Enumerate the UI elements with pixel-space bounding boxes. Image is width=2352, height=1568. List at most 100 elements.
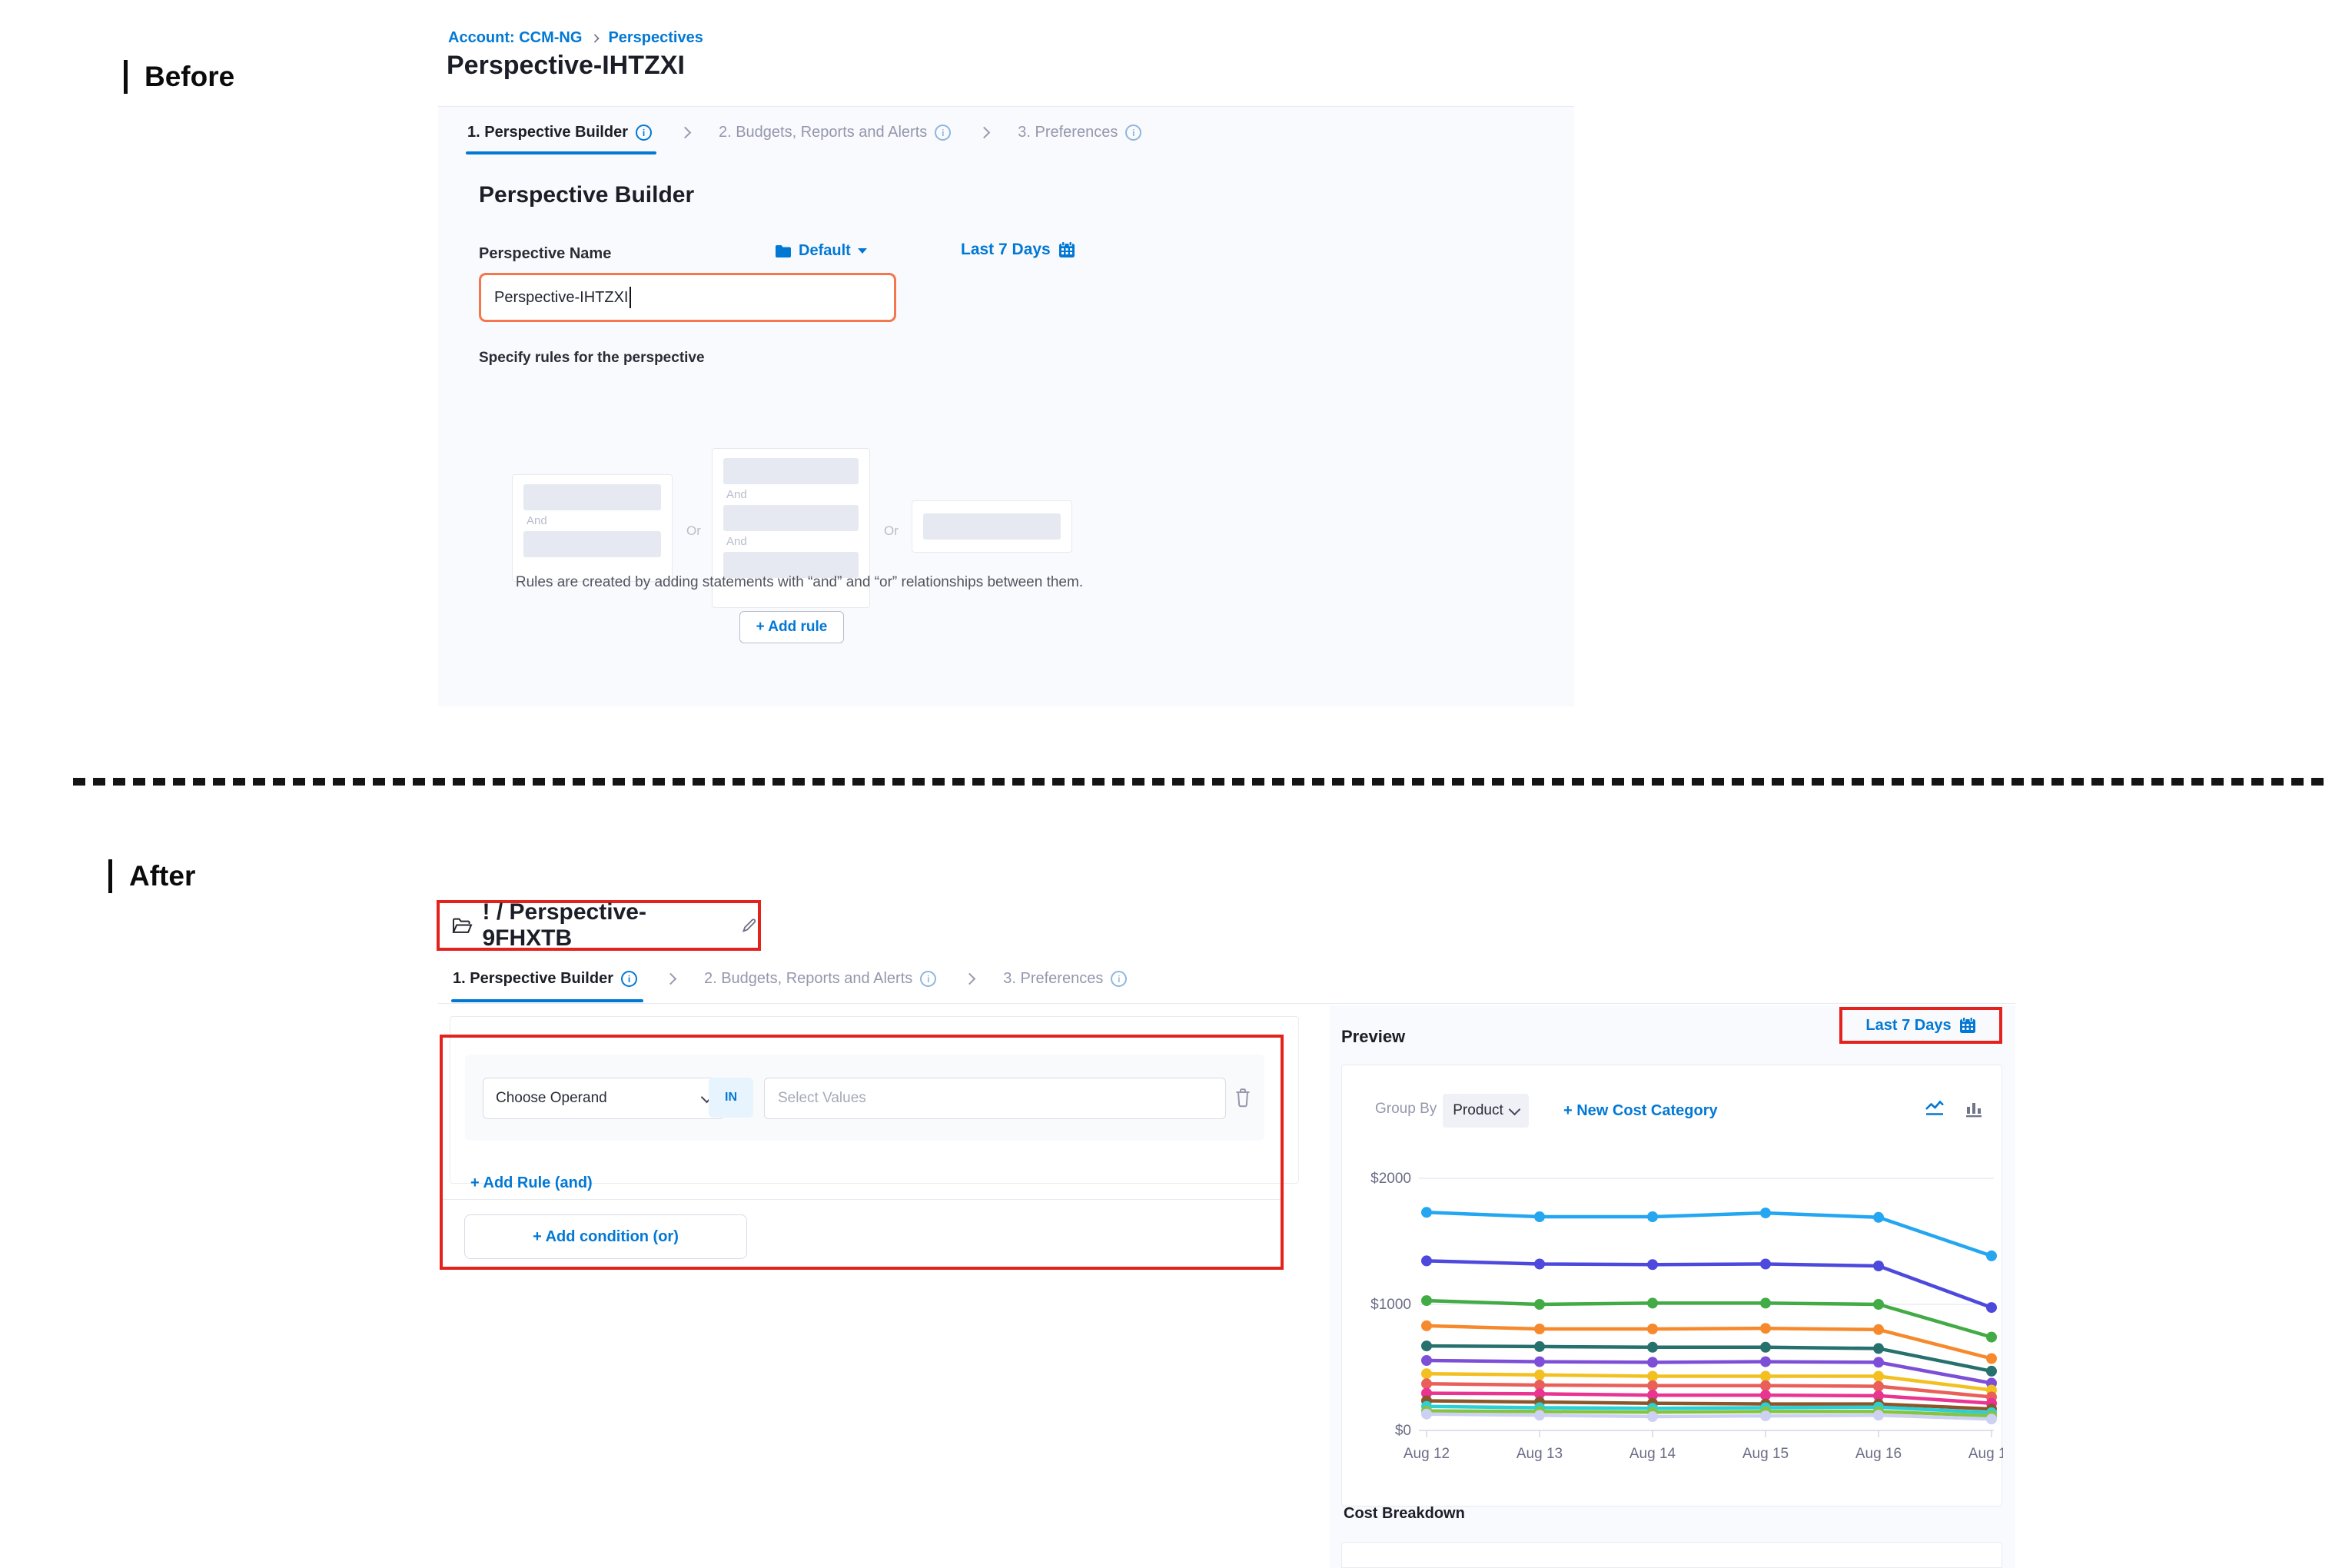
breadcrumb-account-link[interactable]: Account: CCM-NG bbox=[448, 29, 582, 47]
skeleton-and-label: And bbox=[527, 514, 661, 527]
operand-select-value: Choose Operand bbox=[496, 1090, 607, 1107]
info-icon[interactable]: i bbox=[935, 125, 951, 141]
preview-chart-card: Group By Product + New Cost Category $0$… bbox=[1341, 1065, 2002, 1507]
skeleton-and-label: And bbox=[726, 535, 859, 548]
add-rule-and-link[interactable]: + Add Rule (and) bbox=[470, 1174, 593, 1192]
skeleton-bar bbox=[523, 484, 661, 510]
svg-text:Aug 17: Aug 17 bbox=[1968, 1446, 2003, 1462]
tab-label: 3. Preferences bbox=[1018, 124, 1118, 141]
operator-value: IN bbox=[725, 1091, 737, 1105]
before-after-comparison: Before Account: CCM-NG Perspectives Pers… bbox=[0, 0, 2352, 1568]
folder-value: Default bbox=[799, 242, 851, 260]
skeleton-and-label: And bbox=[726, 488, 859, 501]
tab-label: 1. Perspective Builder bbox=[467, 124, 628, 141]
info-icon[interactable]: i bbox=[1111, 971, 1127, 987]
text-cursor bbox=[630, 287, 631, 308]
after-label-text: After bbox=[129, 860, 195, 892]
perspective-name-input[interactable]: Perspective-IHTZXI bbox=[479, 273, 896, 322]
rules-section-label: Specify rules for the perspective bbox=[479, 350, 705, 367]
breadcrumb: Account: CCM-NG Perspectives bbox=[448, 29, 703, 47]
preview-date-annotation-box: Last 7 Days bbox=[1839, 1007, 2002, 1044]
after-section-label: After bbox=[108, 859, 195, 893]
active-tab-underline bbox=[451, 999, 643, 1002]
tab-preferences[interactable]: 3. Preferences i bbox=[1003, 970, 1127, 988]
operand-select[interactable]: Choose Operand bbox=[483, 1078, 724, 1119]
preview-column: Preview Last 7 Days Group By Product + N… bbox=[1330, 1005, 2015, 1568]
tab-chevron-icon bbox=[978, 127, 991, 139]
skeleton-bar bbox=[923, 513, 1061, 540]
svg-text:Aug 16: Aug 16 bbox=[1855, 1446, 1902, 1462]
before-label-text: Before bbox=[145, 61, 234, 93]
skeleton-or-label: Or bbox=[884, 523, 899, 539]
calendar-icon bbox=[1959, 1017, 1976, 1034]
calendar-icon bbox=[1058, 241, 1075, 258]
tab-chevron-icon bbox=[679, 127, 692, 139]
preview-date-range[interactable]: Last 7 Days bbox=[1865, 1017, 1951, 1035]
tab-label: 3. Preferences bbox=[1003, 970, 1103, 988]
tab-budgets-reports-alerts[interactable]: 2. Budgets, Reports and Alerts i bbox=[704, 970, 936, 988]
cost-trend-chart: $0 $1000 $2000 Aug 12 Aug 13 Aug 14 Aug 15 Aug … bbox=[1342, 1065, 2003, 1480]
cost-breakdown-card bbox=[1341, 1542, 2002, 1568]
section-divider bbox=[73, 778, 2325, 786]
svg-text:$2000: $2000 bbox=[1370, 1171, 1411, 1187]
folder-select[interactable]: Default bbox=[775, 242, 867, 260]
rule-divider bbox=[443, 1199, 1281, 1200]
svg-text:$1000: $1000 bbox=[1370, 1297, 1411, 1313]
before-panel: Account: CCM-NG Perspectives Perspective… bbox=[438, 6, 1574, 706]
skeleton-bar bbox=[523, 531, 661, 557]
skeleton-bar bbox=[723, 505, 859, 531]
svg-text:$0: $0 bbox=[1395, 1423, 1411, 1439]
before-tab-bar: 1. Perspective Builder i 2. Budgets, Rep… bbox=[467, 124, 1141, 141]
tab-perspective-builder[interactable]: 1. Perspective Builder i bbox=[467, 124, 652, 141]
tab-budgets-reports-alerts[interactable]: 2. Budgets, Reports and Alerts i bbox=[719, 124, 951, 141]
name-input-value: Perspective-IHTZXI bbox=[494, 289, 628, 307]
label-bar bbox=[124, 60, 128, 94]
tab-chevron-icon bbox=[964, 973, 976, 985]
tab-label: 1. Perspective Builder bbox=[453, 970, 613, 988]
skeleton-or-label: Or bbox=[686, 523, 701, 539]
delete-rule-trash-icon[interactable] bbox=[1234, 1087, 1252, 1108]
values-placeholder: Select Values bbox=[778, 1090, 866, 1107]
info-icon[interactable]: i bbox=[621, 971, 637, 987]
preview-heading: Preview bbox=[1341, 1027, 1405, 1047]
skeleton-bar bbox=[723, 458, 859, 484]
skeleton-rule-card-3 bbox=[912, 500, 1072, 553]
info-icon[interactable]: i bbox=[1125, 125, 1141, 141]
tab-perspective-builder[interactable]: 1. Perspective Builder i bbox=[453, 970, 637, 988]
after-title-annotation-box: ! / Perspective-9FHXTB bbox=[437, 900, 761, 951]
before-section-label: Before bbox=[124, 60, 234, 94]
label-bar bbox=[108, 859, 112, 893]
values-input[interactable]: Select Values bbox=[764, 1078, 1226, 1119]
rules-hint-text: Rules are created by adding statements w… bbox=[438, 574, 1161, 591]
svg-text:Aug 12: Aug 12 bbox=[1404, 1446, 1450, 1462]
builder-heading: Perspective Builder bbox=[479, 182, 694, 208]
date-range-picker[interactable]: Last 7 Days bbox=[961, 241, 1075, 259]
tab-preferences[interactable]: 3. Preferences i bbox=[1018, 124, 1141, 141]
caret-down-icon bbox=[858, 248, 867, 254]
cost-breakdown-heading: Cost Breakdown bbox=[1344, 1505, 1465, 1523]
after-tab-bar: 1. Perspective Builder i 2. Budgets, Rep… bbox=[453, 970, 1127, 988]
add-condition-or-button[interactable]: + Add condition (or) bbox=[464, 1214, 747, 1259]
tab-label: 2. Budgets, Reports and Alerts bbox=[719, 124, 927, 141]
folder-icon bbox=[775, 244, 792, 258]
info-icon[interactable]: i bbox=[920, 971, 936, 987]
active-tab-underline bbox=[466, 151, 656, 154]
edit-pencil-icon[interactable] bbox=[741, 917, 758, 934]
svg-text:Aug 15: Aug 15 bbox=[1742, 1446, 1789, 1462]
info-icon[interactable]: i bbox=[636, 125, 652, 141]
after-page-title: ! / Perspective-9FHXTB bbox=[483, 899, 732, 952]
svg-text:Aug 13: Aug 13 bbox=[1517, 1446, 1563, 1462]
operator-chip[interactable]: IN bbox=[709, 1078, 753, 1118]
breadcrumb-perspectives-link[interactable]: Perspectives bbox=[608, 29, 703, 47]
before-content-area: 1. Perspective Builder i 2. Budgets, Rep… bbox=[438, 106, 1574, 706]
tab-chevron-icon bbox=[665, 973, 677, 985]
svg-text:Aug 14: Aug 14 bbox=[1629, 1446, 1676, 1462]
perspective-name-label: Perspective Name bbox=[479, 245, 611, 263]
date-range-value: Last 7 Days bbox=[961, 241, 1051, 259]
rule-row: Choose Operand IN Select Values bbox=[465, 1055, 1264, 1141]
tab-bar-border bbox=[438, 1003, 2015, 1004]
skeleton-rule-card-1: And bbox=[512, 474, 673, 582]
page-title: Perspective-IHTZXI bbox=[447, 51, 685, 81]
add-rule-button[interactable]: + Add rule bbox=[739, 611, 844, 643]
breadcrumb-chevron-icon bbox=[591, 34, 600, 42]
